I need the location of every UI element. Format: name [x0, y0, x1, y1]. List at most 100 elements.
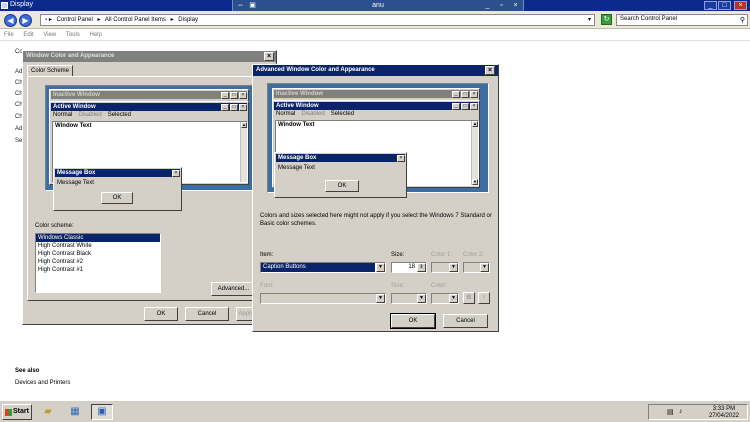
cancel-button[interactable]: Cancel: [185, 307, 229, 321]
color2-label: Color 2:: [463, 252, 485, 258]
compatibility-note: Colors and sizes selected here might not…: [260, 213, 492, 227]
control-panel-icon: ▪: [45, 17, 48, 23]
refresh-icon[interactable]: ↻: [601, 14, 612, 25]
forward-arrow-icon[interactable]: ▶: [19, 14, 32, 27]
item-select[interactable]: Caption Buttons ▼: [260, 262, 386, 273]
color2-picker[interactable]: ▼: [463, 262, 490, 273]
font-size-label: Size:: [391, 283, 405, 289]
preview-msgbox-title: Message Box: [55, 169, 180, 177]
menu-tools[interactable]: Tools: [66, 32, 80, 38]
start-label: Start: [13, 408, 29, 415]
preview-active-buttons: _ □ ×: [220, 103, 247, 111]
ok-button[interactable]: OK: [144, 307, 178, 321]
menu-file[interactable]: File: [4, 32, 14, 38]
bold-button[interactable]: B: [463, 292, 475, 304]
list-item[interactable]: High Contrast #1: [36, 266, 160, 274]
explorer-title: Display: [10, 1, 33, 8]
preview-ok-button: OK: [101, 192, 133, 204]
back-arrow-icon[interactable]: ◀: [4, 14, 17, 27]
list-item[interactable]: High Contrast Black: [36, 250, 160, 258]
advanced-button[interactable]: Advanced...: [211, 282, 256, 296]
taskbar: Start ▰ ▦ ▣ ▤ ♪ 3:33 PM 27/04/2022: [0, 400, 750, 422]
clock-date: 27/04/2022: [708, 413, 739, 419]
chevron-down-icon[interactable]: ▼: [376, 263, 385, 272]
search-placeholder: Search Control Panel: [620, 16, 678, 22]
advanced-cancel-button[interactable]: Cancel: [443, 314, 488, 328]
dialog-title-bar: Window Color and Appearance ×: [23, 51, 276, 62]
preview-inactive-buttons: _ □ ×: [220, 91, 247, 99]
preview-inactive-title: Inactive Window: [51, 91, 247, 99]
path-separator: ▸: [170, 17, 174, 23]
color1-label: Color 1:: [431, 252, 453, 258]
adv-preview-message-box: Message Box × Message Text OK: [274, 152, 407, 198]
remote-title: anu: [372, 2, 384, 9]
list-item[interactable]: High Contrast White: [36, 242, 160, 250]
search-input[interactable]: Search Control Panel ⚲: [616, 14, 748, 26]
display-icon: [1, 2, 8, 9]
close-button[interactable]: ×: [734, 1, 747, 10]
menu-help[interactable]: Help: [90, 32, 102, 38]
font-color-picker[interactable]: ▼: [431, 293, 459, 304]
preview-active-title: Active Window: [51, 103, 247, 111]
start-button[interactable]: Start: [2, 404, 32, 420]
font-label: Font:: [260, 283, 274, 289]
breadcrumb-display[interactable]: Display: [178, 17, 198, 23]
display-taskbar-icon[interactable]: ▣: [91, 404, 113, 420]
advanced-preview[interactable]: Inactive Window _ □ × Active Window _ □ × No…: [267, 83, 489, 198]
advanced-ok-button[interactable]: OK: [390, 313, 436, 329]
advanced-dialog-title: Advanced Window Color and Appearance: [256, 67, 375, 73]
remote-close-button[interactable]: ×: [511, 2, 520, 10]
remote-restore-button[interactable]: ▫: [497, 2, 506, 10]
preview-menu: Normal Disabled Selected: [53, 112, 132, 118]
dialog-title: Window Color and Appearance: [26, 53, 115, 59]
breadcrumb[interactable]: ▪ ▸ Control Panel ▸ All Control Panel It…: [40, 14, 595, 26]
size-spinner[interactable]: 18 ⇕: [391, 262, 427, 273]
folder-icon[interactable]: ▰: [37, 404, 59, 420]
advanced-dialog-close-button[interactable]: ×: [485, 66, 495, 75]
italic-button[interactable]: I: [478, 292, 490, 304]
list-item[interactable]: High Contrast #2: [36, 258, 160, 266]
dialog-close-button[interactable]: ×: [264, 52, 274, 61]
font-size-select[interactable]: ▼: [391, 293, 427, 304]
address-bar: ◀ ▶ ▪ ▸ Control Panel ▸ All Control Pane…: [0, 11, 750, 29]
preview-msgbox-text: Message Text: [57, 180, 94, 186]
path-separator: ▸: [48, 17, 52, 23]
advanced-appearance-dialog: Advanced Window Color and Appearance × I…: [252, 64, 499, 332]
path-separator: ▸: [97, 17, 101, 23]
see-also-heading: See also: [15, 368, 40, 374]
scheme-preview: Inactive Window _ □ × Active Window _ □ × No…: [45, 85, 255, 211]
volume-icon[interactable]: ♪: [679, 408, 683, 415]
color-scheme-label: Color scheme:: [35, 223, 74, 229]
menu-edit[interactable]: Edit: [23, 32, 33, 38]
size-label: Size:: [391, 252, 405, 258]
color1-picker[interactable]: ▼: [431, 262, 459, 273]
item-label: Item:: [260, 252, 274, 258]
search-icon[interactable]: ⚲: [740, 16, 745, 24]
system-tray: ▤ ♪ 3:33 PM 27/04/2022: [648, 404, 748, 420]
windows-logo-icon: [5, 409, 12, 416]
maximize-button[interactable]: □: [718, 1, 731, 10]
window-color-appearance-dialog: Window Color and Appearance × Color Sche…: [22, 50, 277, 325]
item-selected-value: Caption Buttons: [261, 263, 375, 272]
network-icon[interactable]: ▤: [667, 408, 674, 416]
menu-view[interactable]: View: [43, 32, 56, 38]
see-also-devices-printers[interactable]: Devices and Printers: [15, 380, 70, 386]
server-manager-icon[interactable]: ▦: [64, 404, 86, 420]
menu-bar: File Edit View Tools Help: [0, 30, 750, 41]
color-scheme-list[interactable]: Windows Classic High Contrast White High…: [35, 233, 161, 293]
spinner-arrows-icon[interactable]: ⇕: [417, 263, 426, 272]
preview-message-box: Message Box × Message Text OK: [53, 167, 182, 211]
remote-minimize-button[interactable]: _: [483, 2, 492, 10]
minimize-button[interactable]: _: [704, 1, 717, 10]
advanced-dialog-title-bar: Advanced Window Color and Appearance ×: [253, 65, 498, 76]
chevron-down-icon[interactable]: ▾: [588, 16, 591, 23]
font-select[interactable]: ▼: [260, 293, 386, 304]
tab-label: Color Scheme: [31, 68, 70, 74]
clock[interactable]: 3:33 PM 27/04/2022: [709, 406, 739, 420]
breadcrumb-control-panel[interactable]: Control Panel: [57, 17, 93, 23]
clock-time: 3:33 PM: [712, 406, 736, 412]
breadcrumb-all-items[interactable]: All Control Panel Items: [105, 17, 166, 23]
size-value: 18: [408, 264, 415, 270]
font-color-label: Color:: [431, 283, 448, 289]
list-item[interactable]: Windows Classic: [36, 234, 160, 242]
